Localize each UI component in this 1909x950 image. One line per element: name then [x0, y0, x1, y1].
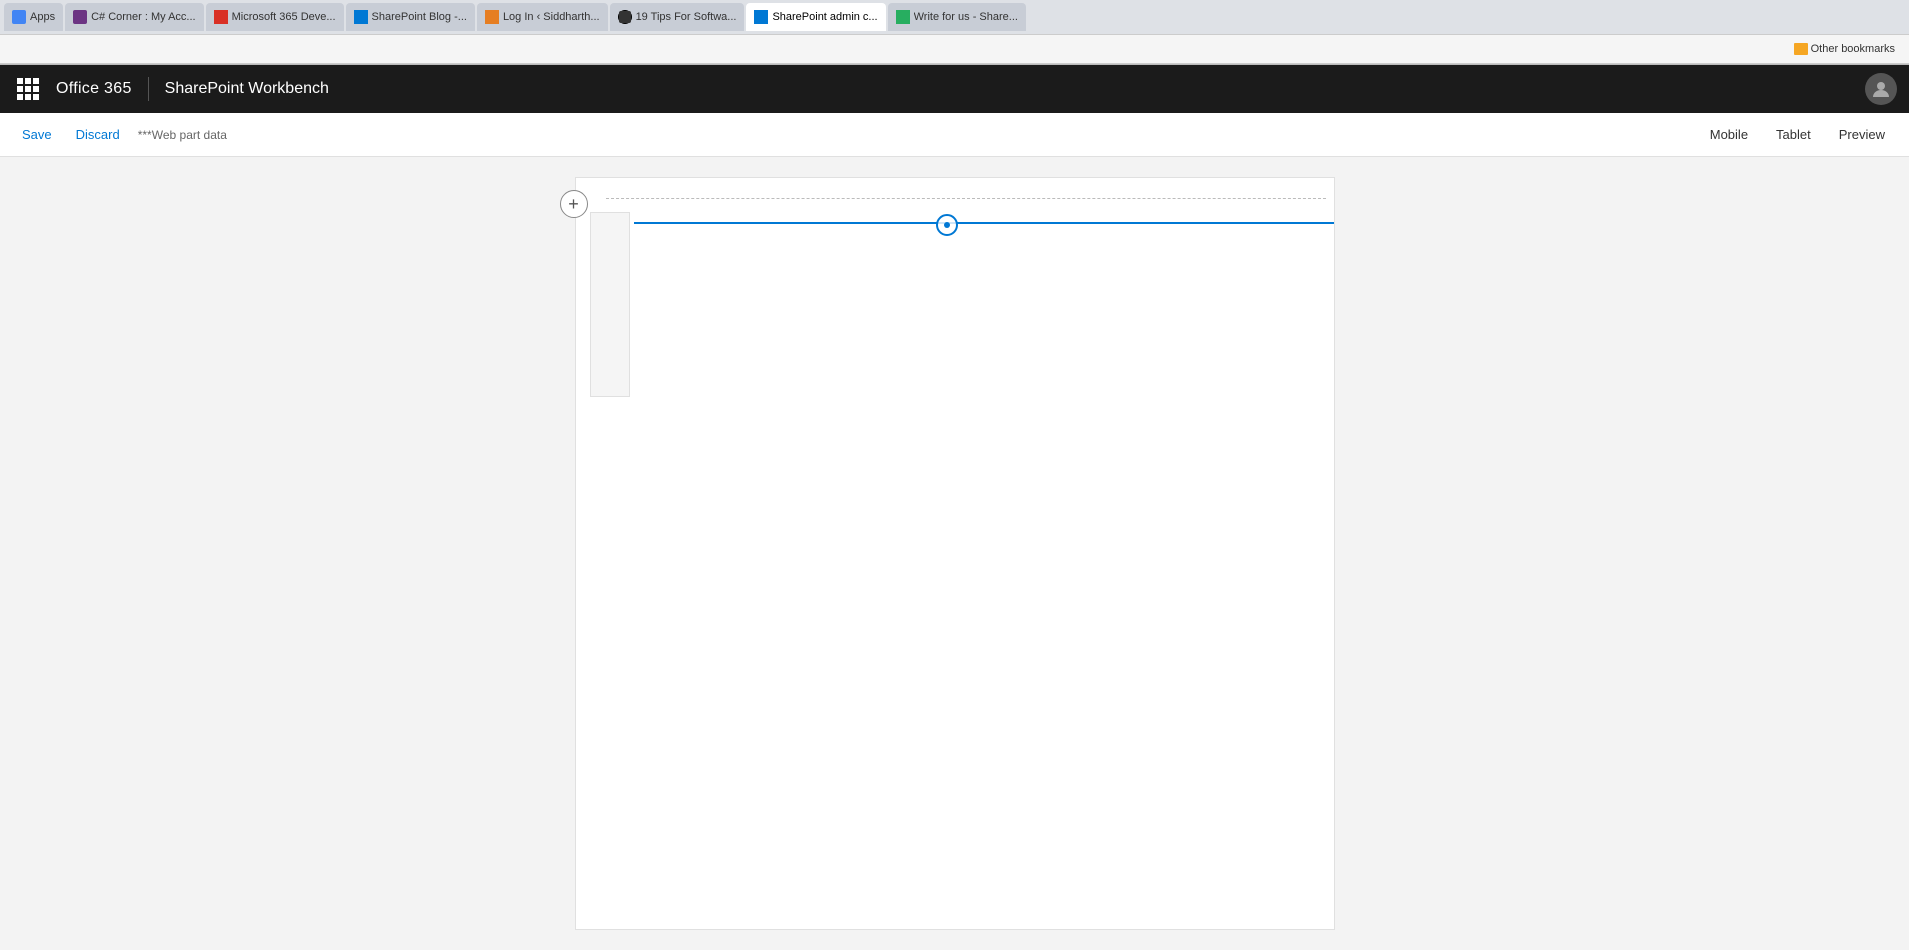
browser-chrome: Apps C# Corner : My Acc... Microsoft 365 D…: [0, 0, 1909, 65]
tab-label-sp-blog: SharePoint Blog -...: [372, 11, 467, 23]
app-title: Office 365: [56, 80, 132, 98]
discard-button[interactable]: Discard: [70, 123, 126, 146]
tab-favicon-ms365: [214, 10, 228, 24]
cursor-indicator: [936, 214, 958, 236]
tablet-view-button[interactable]: Tablet: [1768, 123, 1819, 146]
add-section-button[interactable]: +: [560, 190, 588, 218]
app-launcher-button[interactable]: [12, 73, 44, 105]
tab-label-write: Write for us - Share...: [914, 11, 1018, 23]
browser-tab-dev-tips[interactable]: 19 Tips For Softwa...: [610, 3, 745, 31]
workbench-canvas: +: [575, 177, 1335, 930]
tab-favicon-dev-tips: [618, 10, 632, 24]
page-title: SharePoint Workbench: [165, 80, 329, 98]
browser-tab-csharp[interactable]: C# Corner : My Acc...: [65, 3, 204, 31]
tab-label-login: Log In ‹ Siddharth...: [503, 11, 600, 23]
grid-icon: [17, 78, 39, 100]
web-part-label: ***Web part data: [138, 128, 227, 142]
bookmark-other-bookmarks[interactable]: Other bookmarks: [1788, 41, 1901, 57]
tab-favicon-csharp: [73, 10, 87, 24]
tab-label-csharp: C# Corner : My Acc...: [91, 11, 196, 23]
browser-tab-sp-admin[interactable]: SharePoint admin c...: [746, 3, 885, 31]
tab-favicon-apps: [12, 10, 26, 24]
header-divider: [148, 77, 149, 101]
tab-favicon-write: [896, 10, 910, 24]
section-blue-divider: [634, 222, 1334, 224]
workbench-area: +: [0, 157, 1909, 950]
tab-label-ms365: Microsoft 365 Deve...: [232, 11, 336, 23]
cursor-dot: [944, 222, 950, 228]
bookmark-favicon-other-bookmarks: [1794, 43, 1808, 55]
browser-tab-ms365[interactable]: Microsoft 365 Deve...: [206, 3, 344, 31]
tab-bar: Apps C# Corner : My Acc... Microsoft 365 D…: [0, 0, 1909, 34]
browser-tab-login[interactable]: Log In ‹ Siddharth...: [477, 3, 608, 31]
bookmarks-bar: Other bookmarks: [0, 34, 1909, 64]
tab-favicon-sp-blog: [354, 10, 368, 24]
toolbar: Save Discard ***Web part data Mobile Tab…: [0, 113, 1909, 157]
browser-tab-sp-blog[interactable]: SharePoint Blog -...: [346, 3, 475, 31]
tab-label-apps: Apps: [30, 11, 55, 23]
cursor-circle: [936, 214, 958, 236]
browser-tab-apps[interactable]: Apps: [4, 3, 63, 31]
app-header: Office 365 SharePoint Workbench: [0, 65, 1909, 113]
tab-label-dev-tips: 19 Tips For Softwa...: [636, 11, 737, 23]
preview-button[interactable]: Preview: [1831, 123, 1893, 146]
plus-icon: +: [568, 195, 579, 213]
save-button[interactable]: Save: [16, 123, 58, 146]
user-avatar[interactable]: [1865, 73, 1897, 105]
tab-favicon-sp-admin: [754, 10, 768, 24]
tab-favicon-login: [485, 10, 499, 24]
tab-label-sp-admin: SharePoint admin c...: [772, 11, 877, 23]
section-dashed-line: [606, 198, 1326, 199]
browser-tab-write[interactable]: Write for us - Share...: [888, 3, 1026, 31]
side-panel: [590, 212, 630, 397]
mobile-view-button[interactable]: Mobile: [1702, 123, 1756, 146]
bookmark-label-other-bookmarks: Other bookmarks: [1811, 43, 1895, 55]
